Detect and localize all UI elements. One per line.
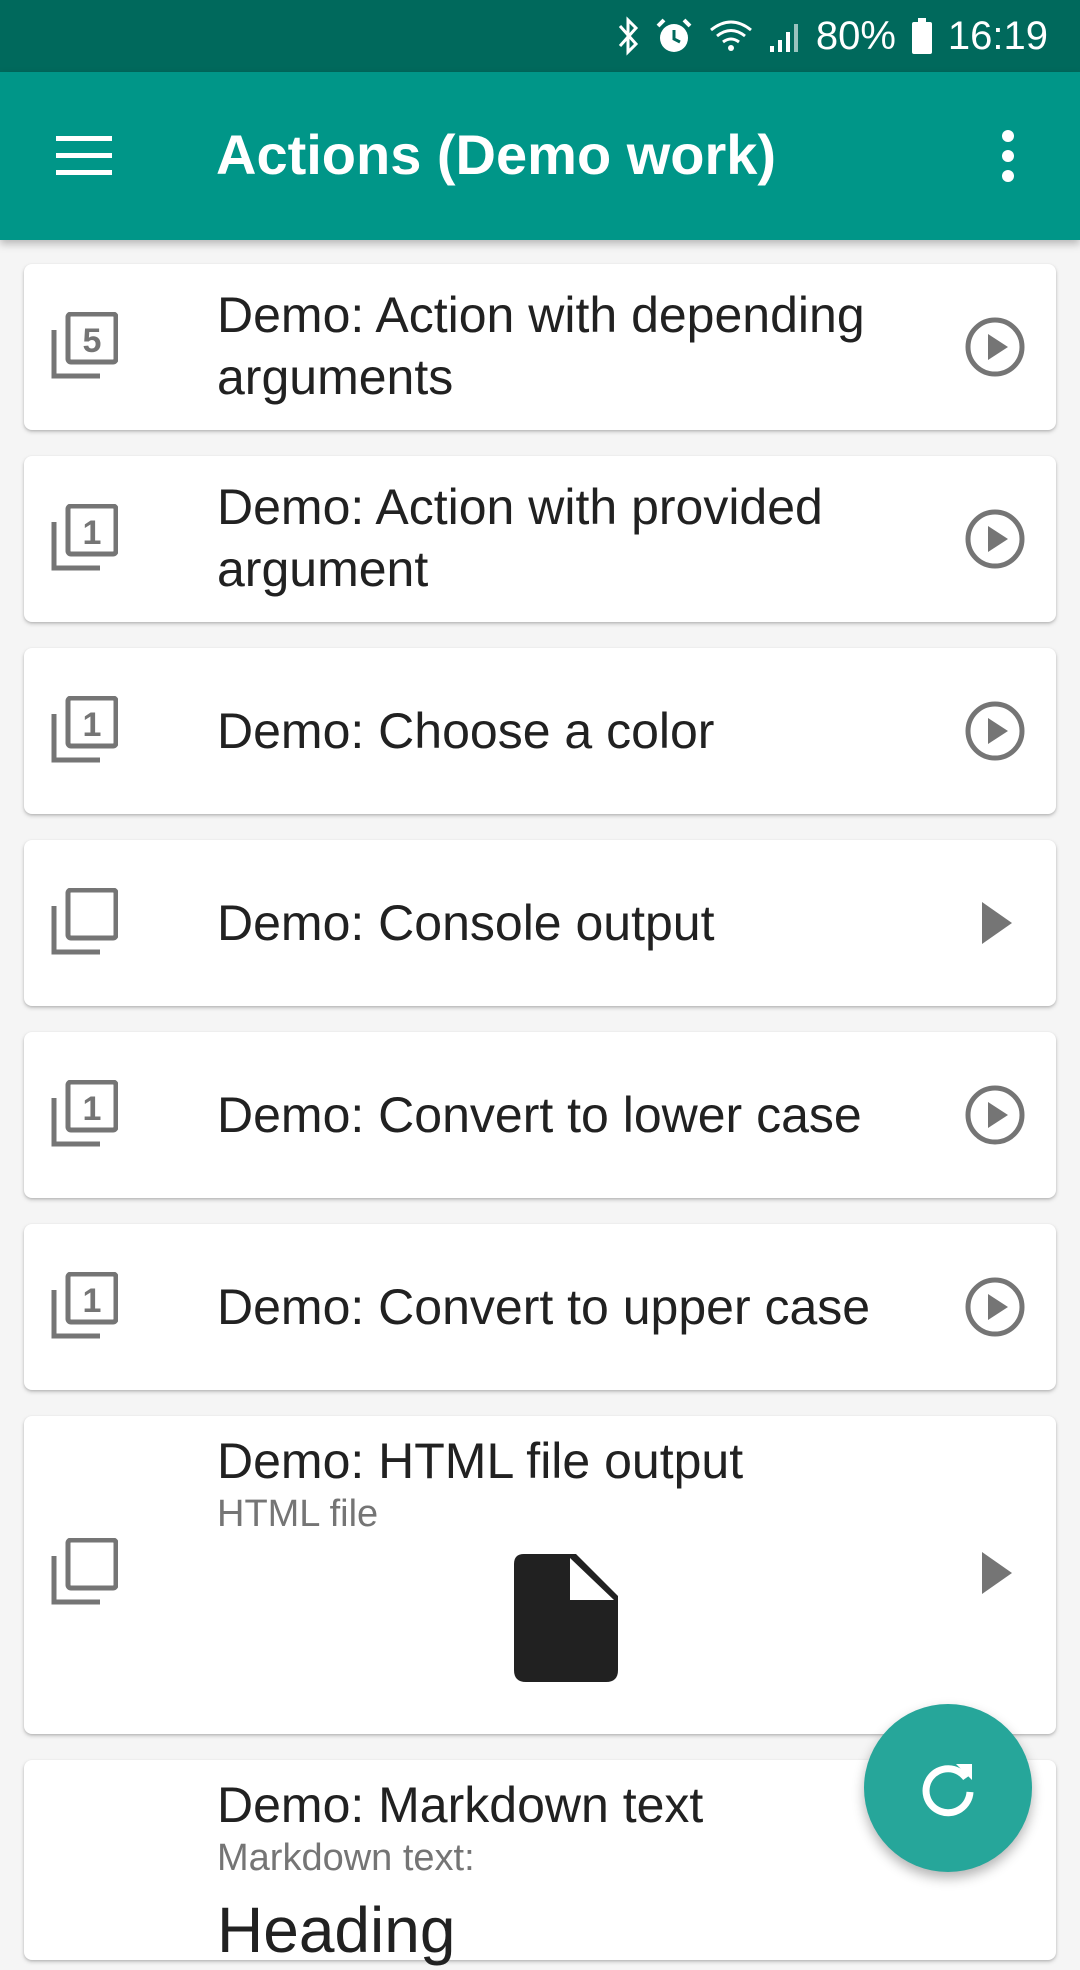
app-bar: Actions (Demo work)	[0, 72, 1080, 240]
action-title: Demo: HTML file output	[217, 1433, 744, 1489]
library-1-icon: 1	[50, 1271, 119, 1340]
file-icon[interactable]	[514, 1554, 618, 1682]
page-title: Actions (Demo work)	[216, 123, 777, 186]
library-badge: 1	[83, 514, 102, 552]
play-arrow-icon[interactable]	[964, 1542, 1026, 1604]
library-icon	[50, 887, 119, 956]
status-bar: 80% 16:19	[0, 0, 1080, 72]
action-card[interactable]: Demo: Console output	[24, 840, 1056, 1006]
library-badge: 1	[83, 706, 102, 744]
refresh-button[interactable]	[864, 1704, 1032, 1872]
play-circle-icon[interactable]	[964, 1084, 1026, 1146]
library-1-icon: 1	[50, 1079, 119, 1148]
markdown-heading-preview: Heading	[217, 1894, 456, 1966]
action-title: Demo: Action with provided argument	[217, 479, 823, 597]
action-title: Demo: Choose a color	[217, 703, 715, 759]
clock: 16:19	[947, 13, 1048, 58]
library-icon	[50, 1537, 119, 1606]
action-card[interactable]: Demo: HTML file output HTML file	[24, 1416, 1056, 1734]
signal-icon	[768, 16, 802, 56]
action-content: Demo: Markdown text Markdown text:	[217, 1774, 936, 1880]
more-vert-icon	[1002, 130, 1014, 182]
play-circle-icon[interactable]	[964, 1276, 1026, 1338]
action-title: Demo: Console output	[217, 895, 715, 951]
action-subtitle: HTML file	[217, 1493, 379, 1535]
action-card[interactable]: 1 Demo: Choose a color	[24, 648, 1056, 814]
refresh-icon	[922, 1764, 974, 1817]
library-badge: 5	[83, 322, 102, 360]
library-badge: 1	[83, 1090, 102, 1128]
library-1-icon: 1	[50, 695, 119, 764]
battery-percent: 80%	[815, 13, 896, 58]
menu-button[interactable]	[56, 132, 112, 180]
action-content: Demo: HTML file output HTML file	[217, 1430, 936, 1536]
overflow-menu-button[interactable]	[990, 128, 1026, 184]
play-circle-icon[interactable]	[964, 700, 1026, 762]
library-badge: 1	[83, 1282, 102, 1320]
action-card[interactable]: 1 Demo: Action with provided argument	[24, 456, 1056, 622]
play-arrow-icon[interactable]	[964, 892, 1026, 954]
bluetooth-icon	[616, 16, 640, 56]
action-card[interactable]: 1 Demo: Convert to upper case	[24, 1224, 1056, 1390]
action-title: Demo: Markdown text	[217, 1777, 704, 1833]
library-5-icon: 5	[50, 311, 119, 380]
action-title: Demo: Convert to lower case	[217, 1087, 862, 1143]
library-1-icon: 1	[50, 503, 119, 572]
action-title: Demo: Convert to upper case	[217, 1279, 871, 1335]
battery-icon	[910, 16, 934, 56]
action-card[interactable]: 5 Demo: Action with depending arguments	[24, 264, 1056, 430]
alarm-icon	[654, 16, 694, 56]
action-card[interactable]: 1 Demo: Convert to lower case	[24, 1032, 1056, 1198]
action-title: Demo: Action with depending arguments	[217, 287, 865, 405]
play-circle-icon[interactable]	[964, 508, 1026, 570]
wifi-icon	[708, 16, 754, 56]
play-circle-icon[interactable]	[964, 316, 1026, 378]
action-subtitle: Markdown text:	[217, 1837, 475, 1879]
menu-icon	[56, 136, 112, 175]
